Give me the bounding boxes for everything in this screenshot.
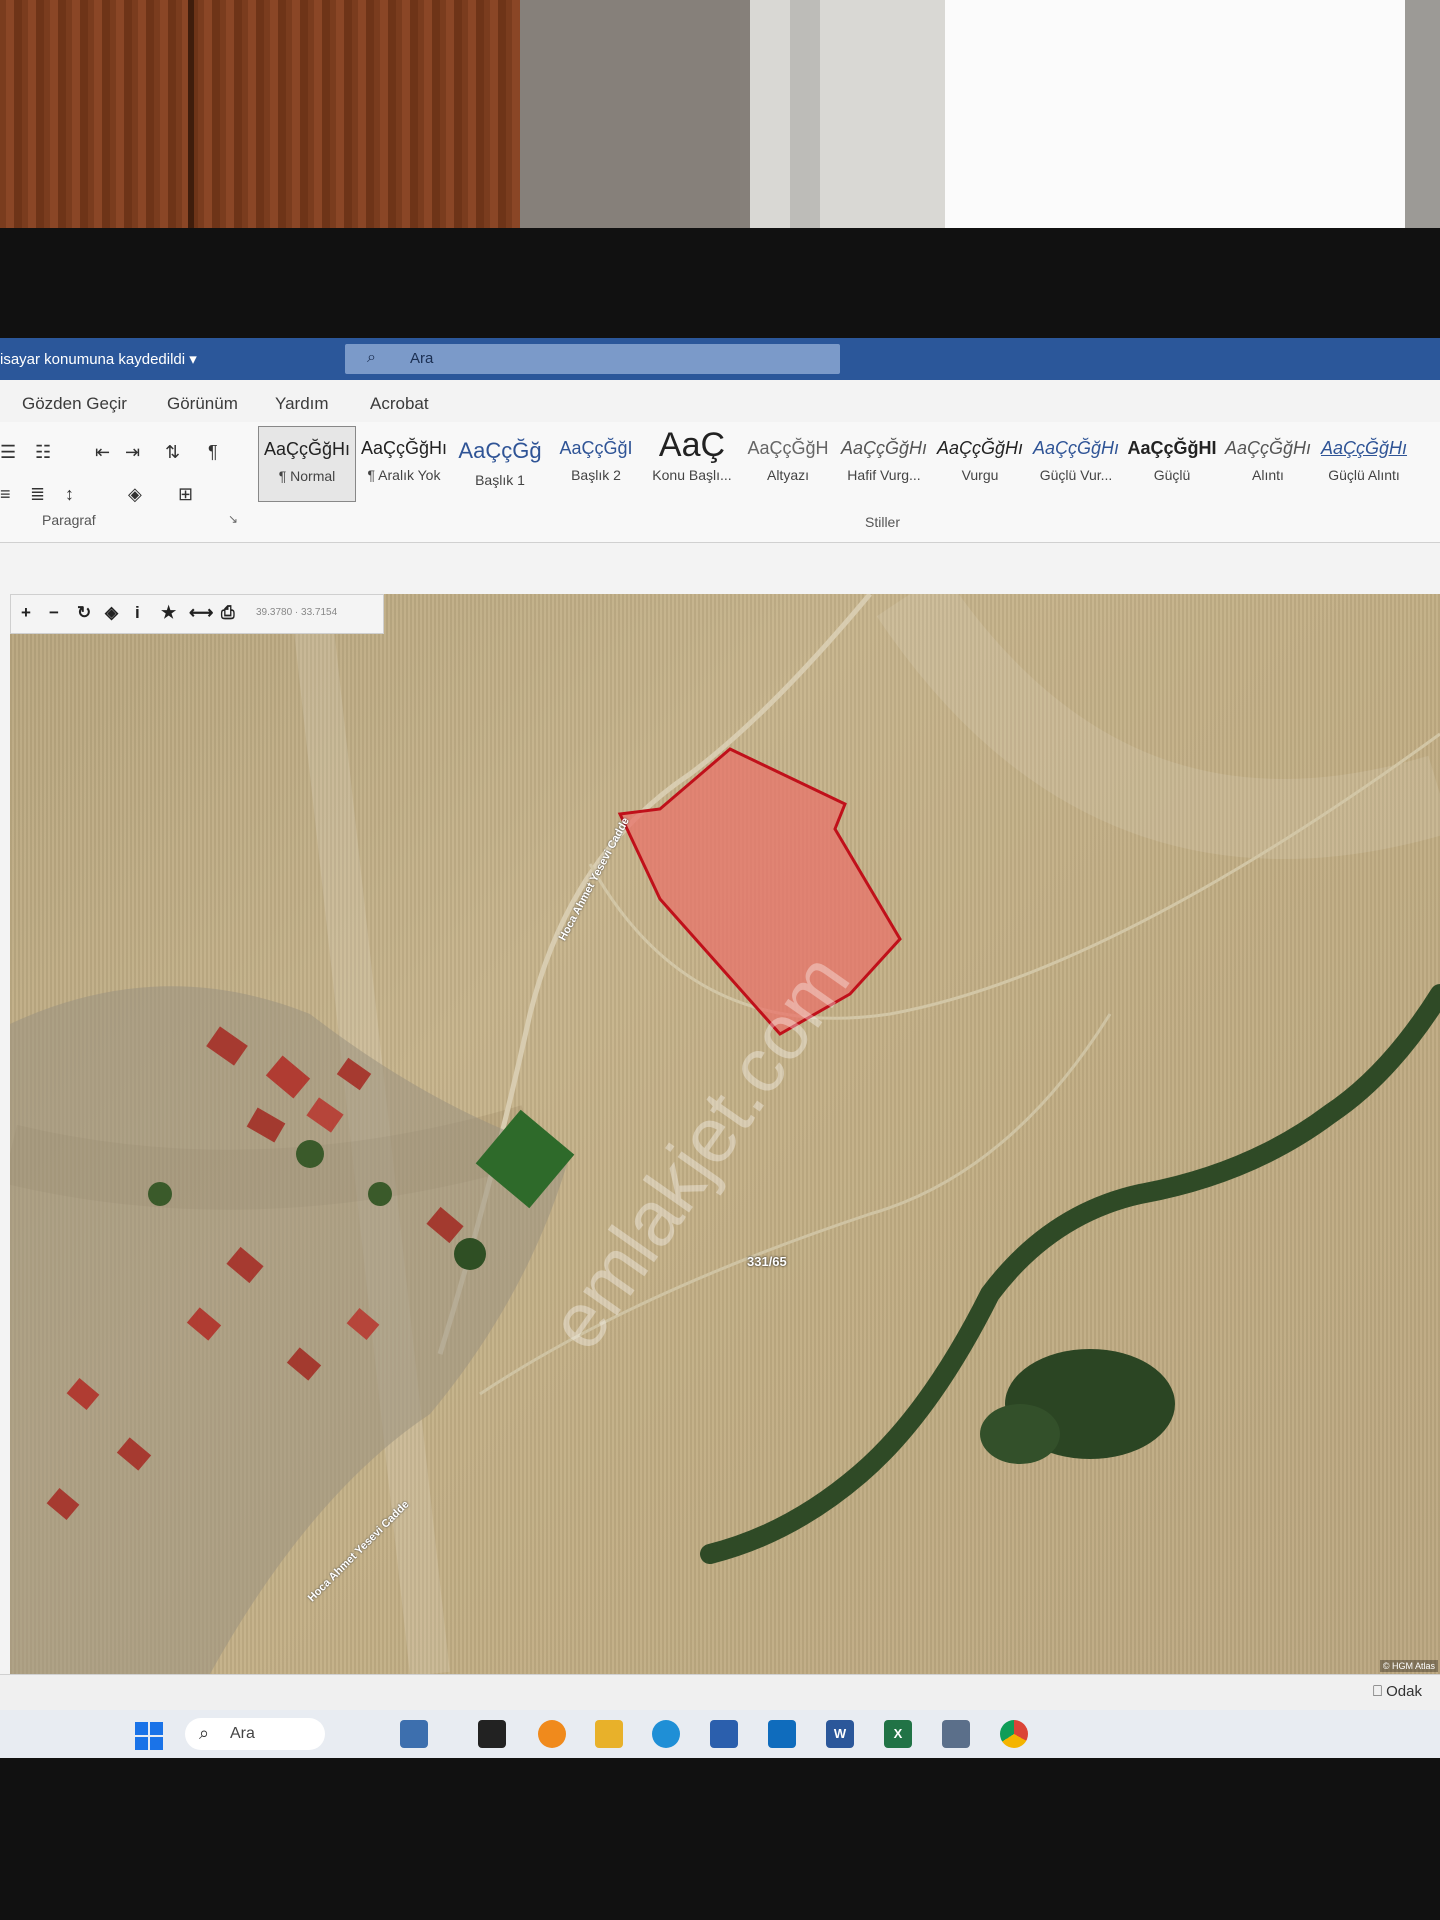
screen: isayar konumuna kaydedildi ▾ ⌕ Ara Gözde…	[0, 338, 1440, 1758]
edge-icon[interactable]	[652, 1720, 680, 1748]
favorite-button[interactable]: ★	[161, 603, 176, 623]
sort-icon[interactable]: ⇅	[165, 442, 180, 463]
store-icon[interactable]	[710, 1720, 738, 1748]
window-rail	[790, 0, 820, 240]
monitor: isayar konumuna kaydedildi ▾ ⌕ Ara Gözde…	[0, 228, 1440, 1920]
zoom-in-button[interactable]: +	[21, 603, 31, 623]
file-explorer-icon[interactable]	[595, 1720, 623, 1748]
firefox-icon[interactable]	[538, 1720, 566, 1748]
widgets-icon[interactable]	[400, 1720, 428, 1748]
locate-button[interactable]: ◈	[105, 603, 118, 623]
search-icon: ⌕	[367, 349, 376, 366]
style-intense-quote[interactable]: AaÇçĞğHı Güçlü Alıntı	[1316, 426, 1412, 500]
wall	[520, 0, 750, 240]
measure-button[interactable]: ⟷	[189, 603, 213, 623]
map-attribution: © HGM Atlas	[1379, 1660, 1438, 1672]
justify-icon[interactable]: ≡	[0, 484, 11, 505]
search-icon: ⌕	[199, 1723, 210, 1743]
title-bar: isayar konumuna kaydedildi ▾ ⌕ Ara	[0, 338, 1440, 380]
style-heading-1[interactable]: AaÇçĞğ Başlık 1	[452, 426, 548, 500]
word-status-bar: ⎕ Odak	[0, 1674, 1440, 1711]
style-title[interactable]: AaÇ Konu Başlı...	[644, 426, 740, 500]
window-glass	[945, 0, 1440, 240]
style-no-spacing[interactable]: AaÇçĞğHı ¶ Aralık Yok	[356, 426, 452, 500]
taskbar-search[interactable]: ⌕ Ara	[185, 1718, 325, 1750]
taskbar: ⌕ Ara W X	[0, 1710, 1440, 1758]
satellite-map[interactable]: + − ↻ ◈ i ★ ⟷ ⎙ 39.3780 · 33.7154 Hoca A…	[10, 594, 1440, 1674]
chrome-icon[interactable]	[1000, 1720, 1028, 1748]
dialog-launcher-icon[interactable]: ↘	[228, 512, 238, 526]
info-button[interactable]: i	[135, 603, 140, 623]
multilevel-list-icon[interactable]: ☷	[35, 442, 51, 463]
task-view-icon[interactable]	[478, 1720, 506, 1748]
room-background	[0, 0, 1440, 240]
styles-group-label: Stiller	[865, 514, 901, 530]
style-normal[interactable]: AaÇçĞğHı ¶ Normal	[258, 426, 356, 502]
borders-icon[interactable]: ⊞	[178, 484, 193, 505]
window-frame-right	[1405, 0, 1440, 240]
shading-icon[interactable]: ◈	[128, 484, 142, 505]
bullets-icon[interactable]: ☰	[0, 442, 16, 463]
word-icon[interactable]: W	[826, 1720, 854, 1748]
style-subtitle[interactable]: AaÇçĞğH Altyazı	[740, 426, 836, 500]
print-button[interactable]: ⎙	[221, 603, 235, 623]
tab-review[interactable]: Gözden Geçir	[22, 394, 127, 414]
taskbar-search-placeholder: Ara	[230, 1725, 255, 1742]
line-spacing-icon[interactable]: ↕	[65, 484, 74, 505]
paragraph-group-label: Paragraf	[42, 512, 96, 528]
ribbon-tabs: Gözden Geçir Görünüm Yardım Acrobat	[0, 380, 1440, 422]
decrease-indent-icon[interactable]: ⇤	[95, 442, 110, 463]
ribbon: ☰ ☷ ⇤ ⇥ ⇅ ¶ ≡ ≣ ↕ ◈ ⊞ Paragraf ↘ AaÇçĞğH…	[0, 422, 1440, 543]
zoom-out-button[interactable]: −	[49, 603, 59, 623]
map-toolbar: + − ↻ ◈ i ★ ⟷ ⎙ 39.3780 · 33.7154	[10, 594, 384, 634]
style-subtle-emphasis[interactable]: AaÇçĞğHı Hafif Vurg...	[836, 426, 932, 500]
tab-view[interactable]: Görünüm	[167, 394, 238, 414]
calculator-icon[interactable]	[942, 1720, 970, 1748]
style-heading-2[interactable]: AaÇçĞğI Başlık 2	[548, 426, 644, 500]
river-trees	[700, 984, 1440, 1564]
document-save-status[interactable]: isayar konumuna kaydedildi ▾	[0, 350, 197, 368]
style-strong[interactable]: AaÇçĞğHI Güçlü	[1124, 426, 1220, 500]
search-placeholder: Ara	[410, 350, 434, 367]
search-box[interactable]: ⌕ Ara	[345, 344, 840, 374]
focus-mode-button[interactable]: ⎕ Odak	[1373, 1683, 1422, 1700]
increase-indent-icon[interactable]: ⇥	[125, 442, 140, 463]
wooden-cabinet	[0, 0, 520, 240]
windows-start-icon[interactable]	[135, 1722, 163, 1750]
window-frame	[750, 0, 945, 240]
style-emphasis[interactable]: AaÇçĞğHı Vurgu	[932, 426, 1028, 500]
align-icon[interactable]: ≣	[30, 484, 45, 505]
style-quote[interactable]: AaÇçĞğHı Alıntı	[1220, 426, 1316, 500]
style-intense-emphasis[interactable]: AaÇçĞğHı Güçlü Vur...	[1028, 426, 1124, 500]
pilcrow-icon[interactable]: ¶	[208, 442, 218, 463]
excel-icon[interactable]: X	[884, 1720, 912, 1748]
tab-acrobat[interactable]: Acrobat	[370, 394, 429, 414]
refresh-button[interactable]: ↻	[77, 603, 91, 623]
coordinate-readout: 39.3780 · 33.7154	[256, 607, 338, 618]
outlook-icon[interactable]	[768, 1720, 796, 1748]
cabinet-seam	[188, 0, 194, 240]
tab-help[interactable]: Yardım	[275, 394, 329, 414]
parcel-label: 331/65	[747, 1254, 787, 1269]
